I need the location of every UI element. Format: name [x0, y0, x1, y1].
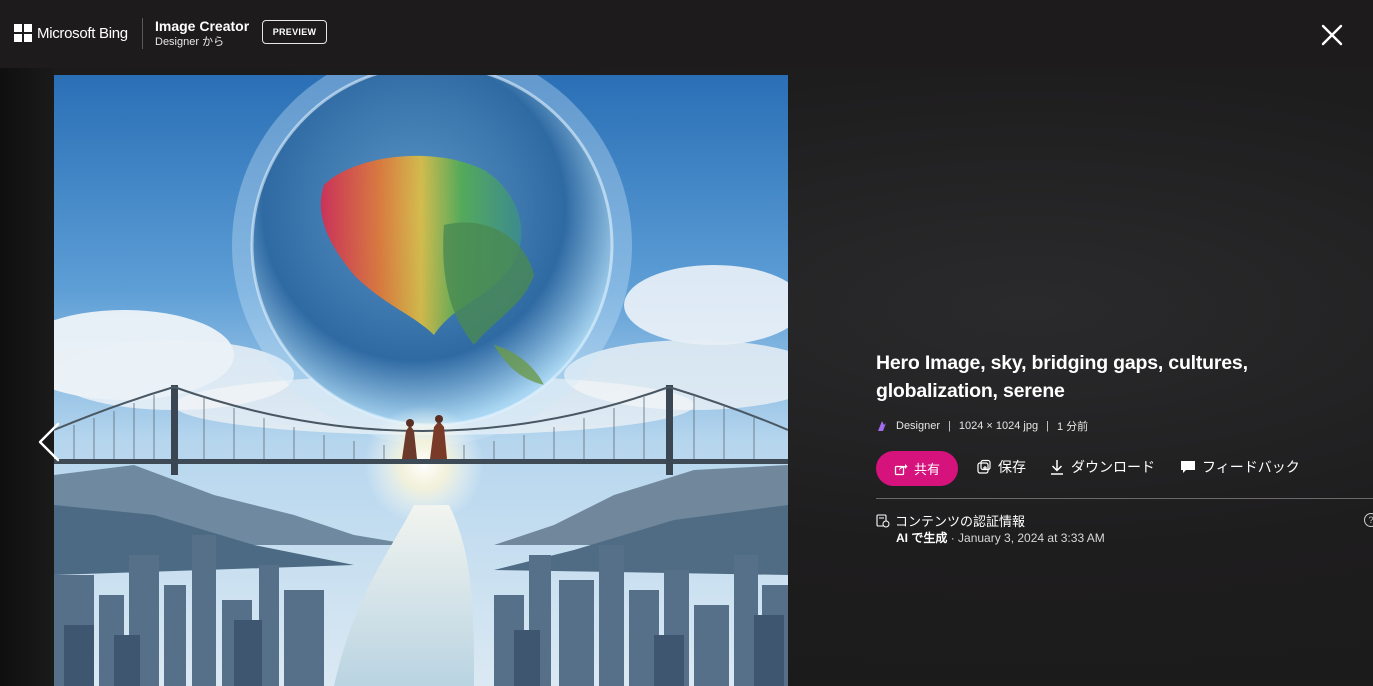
close-button[interactable]	[1316, 18, 1348, 50]
feedback-label: フィードバック	[1202, 459, 1300, 475]
designer-icon	[878, 421, 886, 431]
product-name[interactable]: Image Creator Designer から	[155, 17, 249, 49]
preview-badge: PREVIEW	[262, 20, 327, 44]
viewer-left-gutter	[0, 68, 54, 686]
save-label: 保存	[998, 459, 1026, 475]
previous-image-button[interactable]	[34, 418, 66, 466]
header-bar: Microsoft Bing Image Creator Designer から…	[0, 0, 1373, 68]
image-title: Hero Image, sky, bridging gaps, cultures…	[876, 352, 1248, 402]
share-icon	[894, 463, 908, 475]
download-label: ダウンロード	[1071, 459, 1155, 475]
share-button[interactable]: 共有	[876, 451, 958, 486]
help-icon[interactable]: ?	[1364, 513, 1373, 527]
generated-image-art	[54, 75, 788, 686]
feedback-button[interactable]: フィードバック	[1180, 456, 1300, 478]
generated-timestamp: · January 3, 2024 at 3:33 AM	[950, 531, 1105, 545]
product-subtitle: Designer から	[155, 36, 225, 48]
save-button[interactable]: 保存	[976, 456, 1026, 478]
brand-name: Microsoft Bing	[37, 24, 128, 42]
meta-separator: |	[948, 420, 951, 432]
download-icon	[1051, 460, 1063, 475]
generated-image[interactable]	[54, 75, 788, 686]
share-label: 共有	[913, 462, 940, 477]
download-button[interactable]: ダウンロード	[1049, 456, 1155, 478]
microsoft-logo-icon	[14, 24, 32, 42]
details-divider	[876, 498, 1373, 499]
close-icon	[1321, 24, 1343, 46]
brand-divider	[142, 18, 143, 49]
save-collection-icon	[977, 459, 991, 474]
meta-source: Designer	[896, 420, 941, 432]
chevron-left-icon	[38, 422, 60, 462]
image-meta: Designer | 1024 × 1024 jpg | 1 分前	[876, 418, 1088, 434]
product-title: Image Creator	[155, 18, 250, 34]
meta-separator: |	[1046, 420, 1049, 432]
content-credentials-label: コンテンツの認証情報	[895, 514, 1026, 529]
meta-age: 1 分前	[1056, 421, 1089, 433]
feedback-icon	[1181, 461, 1195, 473]
generated-by-label: AI で生成	[896, 531, 948, 545]
brand-logo[interactable]: Microsoft Bing	[14, 24, 128, 42]
content-credentials-icon	[876, 513, 890, 527]
meta-dimensions: 1024 × 1024 jpg	[958, 420, 1039, 432]
content-credentials-link[interactable]: コンテンツの認証情報	[876, 511, 1025, 530]
generated-by-info: AI で生成 · January 3, 2024 at 3:33 AM	[896, 529, 1105, 546]
